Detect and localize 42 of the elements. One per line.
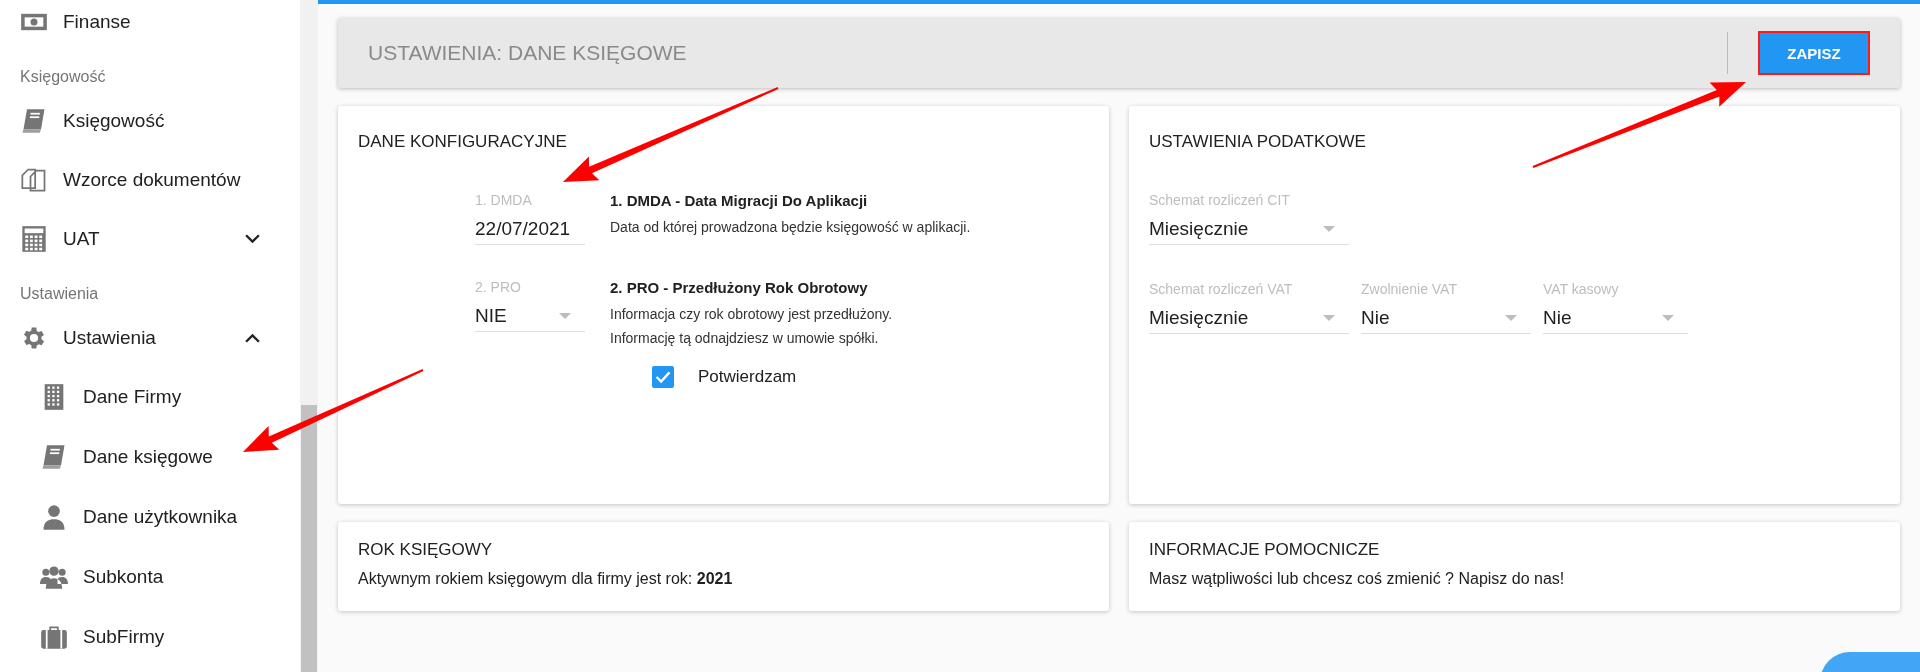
sidebar-item[interactable]: Subkonta: [20, 547, 300, 607]
field-description: Data od której prowadzona będzie księgowość w aplikacji.: [610, 219, 971, 235]
checkbox[interactable]: [652, 366, 674, 388]
field-description: Informacja czy rok obrotowy jest przedłużony.: [610, 306, 893, 322]
field-description: Informację tą odnajdziesz w umowie spółki.: [610, 330, 880, 346]
dropdown-caret-icon: [1662, 315, 1674, 321]
select-field[interactable]: Schemat rozliczeń VAT Miesięcznie: [1149, 281, 1349, 334]
select-field[interactable]: 2. PRO NIE: [475, 279, 585, 332]
card-title: USTAWIENIA PODATKOWE: [1149, 131, 1367, 152]
checkbox-label: Potwierdzam: [698, 367, 797, 387]
card-title: INFORMACJE POMOCNICZE: [1149, 540, 1381, 560]
select-field[interactable]: VAT kasowy Nie: [1543, 281, 1688, 334]
field-heading: 2. PRO - Przedłużony Rok Obrotowy: [610, 279, 869, 296]
field-heading: 1. DMDA - Data Migracji Do Aplikacji: [610, 192, 869, 209]
calculator-icon: [20, 224, 48, 253]
chevron-down-icon: [245, 233, 260, 244]
sidebar-item[interactable]: Ustawienia: [20, 308, 300, 367]
scrollbar[interactable]: [300, 0, 318, 672]
sidebar-item[interactable]: Księgowość: [20, 91, 300, 150]
select-field[interactable]: Schemat rozliczeń CIT Miesięcznie: [1149, 192, 1349, 245]
card-title: DANE KONFIGURACYJNE: [358, 131, 568, 152]
card-title: ROK KSIĘGOWY: [358, 540, 494, 560]
page-title: USTAWIENIA: DANE KSIĘGOWE: [368, 41, 688, 65]
select-field[interactable]: Zwolnienie VAT Nie: [1361, 281, 1531, 334]
sidebar-item[interactable]: Dane księgowe: [20, 427, 300, 487]
sidebar-item[interactable]: SubFirmy: [20, 607, 300, 667]
sidebar-item[interactable]: Dane Firmy: [20, 367, 300, 427]
dropdown-caret-icon: [1323, 226, 1335, 232]
sidebar-item[interactable]: Dane użytkownika: [20, 487, 300, 547]
scrollbar-thumb[interactable]: [301, 405, 317, 672]
chevron-up-icon: [245, 332, 260, 343]
sidebar-item[interactable]: UAT: [20, 209, 300, 268]
dropdown-caret-icon: [1505, 315, 1517, 321]
section-heading: Ustawienia: [20, 284, 100, 304]
date-field[interactable]: 1. DMDA 22/07/2021: [475, 192, 585, 245]
dropdown-caret-icon: [1323, 315, 1335, 321]
card-text: Aktywnym rokiem księgowym dla firmy jest rok: 2021: [358, 570, 734, 588]
section-heading: Księgowość: [20, 67, 107, 87]
card-text: Masz wątpliwości lub chcesz coś zmienić ? Napisz do nas!: [1149, 570, 1566, 588]
dropdown-caret-icon: [559, 313, 571, 319]
sidebar-item[interactable]: Wzorce dokumentów: [20, 150, 300, 209]
sidebar-item[interactable]: Finanse: [20, 0, 300, 51]
